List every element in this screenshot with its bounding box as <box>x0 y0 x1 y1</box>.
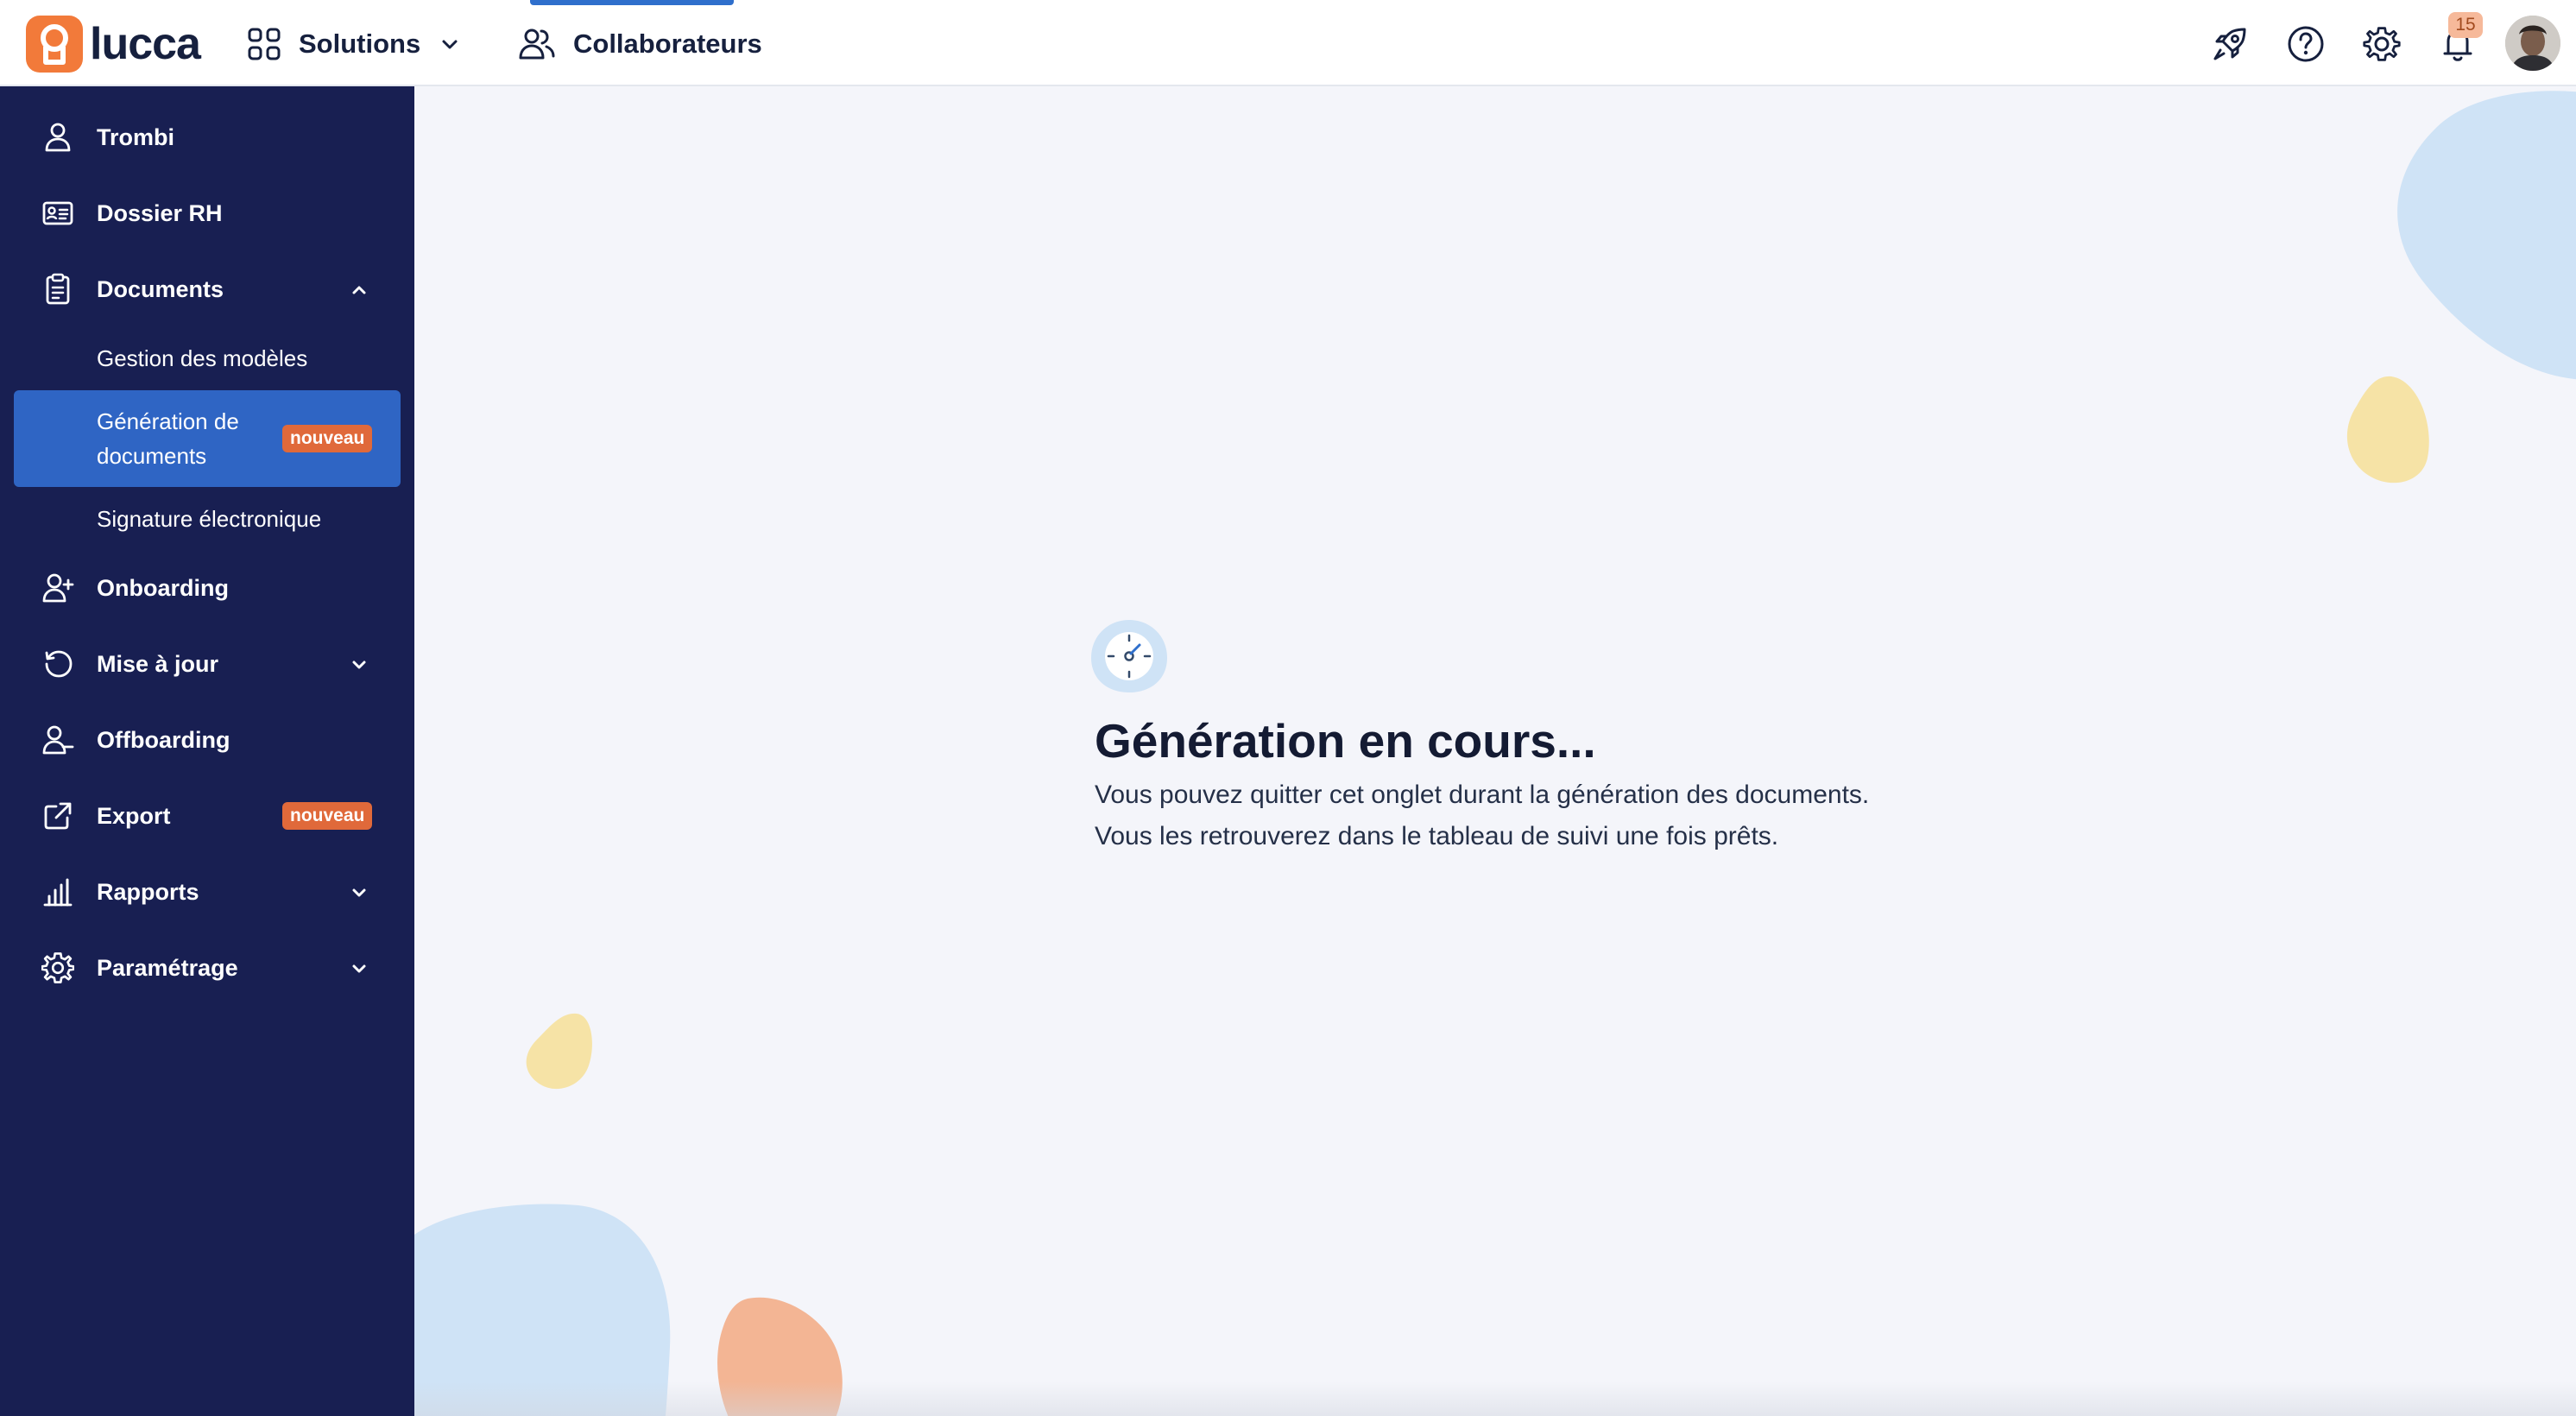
sidebar-item-trombi[interactable]: Trombi <box>14 104 401 171</box>
sidebar-item-label: Dossier RH <box>97 199 223 226</box>
settings-icon <box>41 952 74 983</box>
lucca-logo[interactable]: lucca <box>26 16 201 73</box>
grid-icon <box>248 28 281 60</box>
top-bar: lucca Solutions Collaborateurs 15 <box>0 0 2576 86</box>
sidebar-item-label: Mise à jour <box>97 650 219 677</box>
chevron-down-icon <box>352 888 366 897</box>
solutions-menu-button[interactable]: Solutions <box>247 22 460 66</box>
avatar-image <box>2505 16 2560 71</box>
solutions-label: Solutions <box>299 28 421 59</box>
bar-chart-icon <box>43 878 73 907</box>
sidebar-item-label: Rapports <box>97 878 199 905</box>
sidebar-item-parametrage[interactable]: Paramétrage <box>14 934 401 1002</box>
sidebar-item-label: Export <box>97 802 171 829</box>
refresh-icon <box>45 650 73 678</box>
chevron-down-icon <box>352 661 366 669</box>
sidebar-subitem-signature-electronique[interactable]: Signature électronique <box>14 490 401 547</box>
brand-name: lucca <box>90 19 201 69</box>
user-icon <box>45 123 71 152</box>
help-icon[interactable] <box>2286 24 2326 64</box>
decorative-blob-yellow-bottom <box>526 1013 592 1090</box>
clipboard-icon <box>46 273 70 305</box>
sidebar-item-offboarding[interactable]: Offboarding <box>14 706 401 774</box>
active-nav-indicator <box>530 0 734 5</box>
id-card-icon <box>42 201 73 225</box>
sidebar-item-mise-a-jour[interactable]: Mise à jour <box>14 630 401 698</box>
sidebar-subitem-gestion-modeles[interactable]: Gestion des modèles <box>14 330 401 387</box>
nouveau-badge: nouveau <box>282 802 373 830</box>
sidebar-item-label: Trombi <box>97 123 175 150</box>
sidebar-item-rapports[interactable]: Rapports <box>14 858 401 926</box>
sidebar-subitem-generation-documents[interactable]: Génération de documents nouveau <box>14 390 401 487</box>
chevron-down-icon <box>352 964 366 973</box>
collaborateurs-label: Collaborateurs <box>573 28 762 59</box>
user-avatar[interactable] <box>2505 16 2560 71</box>
decorative-blob-blue-top <box>2397 91 2576 380</box>
sidebar-item-onboarding[interactable]: Onboarding <box>14 554 401 622</box>
rocket-icon[interactable] <box>2210 24 2250 64</box>
users-icon <box>519 28 555 60</box>
sidebar-item-documents[interactable]: Documents <box>14 256 401 323</box>
sidebar-item-label: Paramétrage <box>97 954 238 981</box>
sidebar-subitem-label: Gestion des modèles <box>97 345 308 371</box>
sidebar-item-label: Offboarding <box>97 726 230 753</box>
sidebar-subitem-label: Génération de documents <box>97 408 239 469</box>
clock-icon <box>1091 620 1167 692</box>
collaborateurs-nav-button[interactable]: Collaborateurs <box>518 22 762 66</box>
sidebar-item-label: Documents <box>97 275 224 302</box>
sidebar-item-dossier-rh[interactable]: Dossier RH <box>14 180 401 247</box>
user-plus-icon <box>42 573 74 603</box>
sidebar: Trombi Dossier RH Documents Gestion des … <box>0 86 414 1416</box>
external-link-icon <box>44 802 72 830</box>
generation-status-line-1: Vous pouvez quitter cet onglet durant la… <box>1095 781 1870 809</box>
decorative-blob-yellow-top <box>2346 376 2429 484</box>
chevron-up-icon <box>352 286 366 294</box>
chevron-down-icon <box>442 40 458 49</box>
generation-status-line-2: Vous les retrouverez dans le tableau de … <box>1095 822 1779 850</box>
user-minus-icon <box>42 725 74 755</box>
sidebar-item-export[interactable]: Export nouveau <box>14 782 401 850</box>
sidebar-item-label: Onboarding <box>97 574 229 601</box>
generation-status-title: Génération en cours... <box>1095 714 1596 768</box>
bottom-fade <box>414 1381 2576 1416</box>
gear-icon[interactable] <box>2362 24 2402 64</box>
sidebar-subitem-label: Signature électronique <box>97 506 322 532</box>
notification-count-badge: 15 <box>2448 12 2483 38</box>
nouveau-badge: nouveau <box>282 425 373 452</box>
lucca-logo-icon <box>26 16 83 73</box>
